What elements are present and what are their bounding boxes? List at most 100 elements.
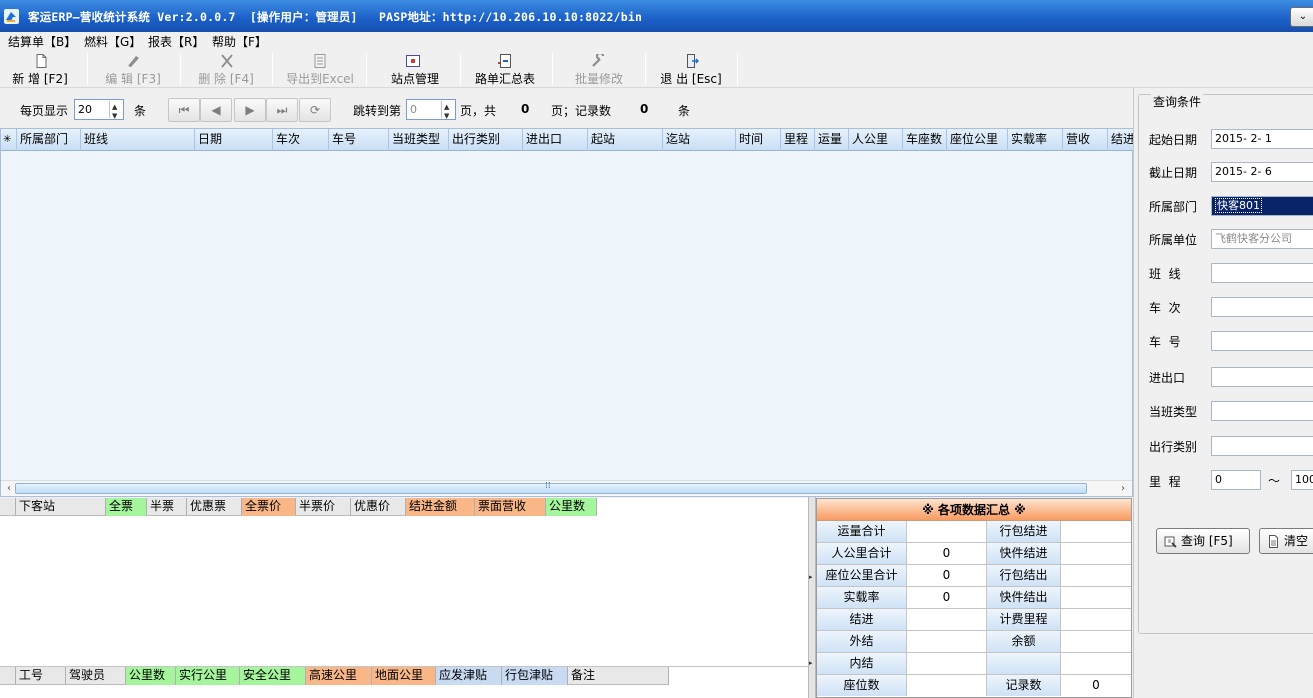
- menu-report[interactable]: 报表【R】: [148, 33, 204, 50]
- prev-page-icon[interactable]: ◀: [200, 98, 232, 122]
- col-half-ticket[interactable]: 半票: [147, 498, 187, 516]
- jump-label: 跳转到第: [353, 104, 402, 118]
- col-mileage[interactable]: 里程: [781, 129, 815, 151]
- col-travel-type[interactable]: 出行类别: [449, 129, 523, 151]
- summary-row: 座位数 记录数 0: [817, 675, 1131, 697]
- unit-field[interactable]: 飞鹤快客分公司: [1211, 229, 1313, 249]
- col-trip[interactable]: 车次: [273, 129, 329, 151]
- menu-help[interactable]: 帮助【F】: [212, 33, 267, 50]
- toolbar: 新 增 [F2] 编 辑 [F3] 删 除 [F4] 导出到Excel 站点管理…: [0, 50, 1313, 88]
- ticket-grid[interactable]: 下客站 全票 半票 优惠票 全票价 半票价 优惠价 结进金额 票面营收 公里数: [0, 498, 808, 666]
- col-drop-station[interactable]: 下客站: [16, 498, 106, 516]
- col-seat-km[interactable]: 座位公里: [947, 129, 1008, 151]
- summary-row: 运量合计 行包结进: [817, 521, 1131, 543]
- col-remark[interactable]: 备注: [568, 667, 669, 685]
- menu-fuel[interactable]: 燃料【G】: [84, 33, 141, 50]
- col-person-km[interactable]: 人公里: [849, 129, 903, 151]
- export-excel-button[interactable]: 导出到Excel: [284, 52, 356, 86]
- new-button[interactable]: 新 增 [F2]: [6, 52, 74, 86]
- col-allowance[interactable]: 应发津贴: [436, 667, 502, 685]
- end-date-field[interactable]: 2015- 2- 6: [1211, 162, 1313, 182]
- col-end-station[interactable]: 迄站: [663, 129, 736, 151]
- col-safe-km[interactable]: 安全公里: [240, 667, 306, 685]
- col-emp-no[interactable]: 工号: [16, 667, 66, 685]
- route-summary-button[interactable]: 路单汇总表: [472, 52, 538, 86]
- col-km[interactable]: 公里数: [546, 498, 597, 516]
- delete-button[interactable]: 删 除 [F4]: [193, 52, 259, 86]
- main-grid-header: ✳ 所属部门 班线 日期 车次 车号 当班类型 出行类别 进出口 起站 迄站 时…: [1, 129, 1134, 151]
- exit-button[interactable]: 退 出 [Esc]: [655, 52, 727, 86]
- main-data-grid[interactable]: ✳ 所属部门 班线 日期 车次 车号 当班类型 出行类别 进出口 起站 迄站 时…: [0, 128, 1134, 497]
- travel-field[interactable]: [1211, 436, 1313, 456]
- col-volume[interactable]: 运量: [815, 129, 849, 151]
- col-shift-type[interactable]: 当班类型: [389, 129, 449, 151]
- splitter-arrow-icon[interactable]: ▸: [809, 573, 813, 581]
- station-window-icon: [406, 55, 420, 67]
- col-baggage-allowance[interactable]: 行包津贴: [502, 667, 568, 685]
- scroll-grip-icon: ⁞⁞: [545, 481, 551, 491]
- col-full-ticket[interactable]: 全票: [106, 498, 147, 516]
- col-revenue[interactable]: 营收: [1063, 129, 1108, 151]
- edit-button[interactable]: 编 辑 [F3]: [100, 52, 166, 86]
- col-actual-km[interactable]: 实行公里: [176, 667, 240, 685]
- refresh-icon[interactable]: ⟳: [299, 98, 331, 122]
- record-unit: 条: [678, 104, 691, 118]
- summary-row: 内结: [817, 653, 1131, 675]
- menu-settlement[interactable]: 结算单【B】: [8, 33, 76, 50]
- window-menu-button[interactable]: ⌄: [1290, 7, 1313, 27]
- scroll-right-icon[interactable]: ›: [1115, 481, 1131, 496]
- col-seats[interactable]: 车座数: [903, 129, 947, 151]
- col-settle-amount[interactable]: 结进金额: [406, 498, 475, 516]
- col-ground-km[interactable]: 地面公里: [372, 667, 436, 685]
- shift-field[interactable]: [1211, 401, 1313, 421]
- panel-splitter[interactable]: ▸ ▸: [808, 497, 816, 698]
- per-page-unit: 条: [134, 104, 147, 118]
- per-page-stepper[interactable]: 20: [74, 98, 124, 126]
- search-button[interactable]: 查询 [F5]: [1156, 528, 1250, 554]
- col-face-revenue[interactable]: 票面营收: [475, 498, 546, 516]
- clear-button[interactable]: 清空: [1259, 528, 1313, 554]
- col-time[interactable]: 时间: [736, 129, 781, 151]
- jump-page-stepper[interactable]: 0: [406, 98, 456, 126]
- station-manage-button[interactable]: 站点管理: [386, 52, 444, 86]
- ticket-grid-header: 下客站 全票 半票 优惠票 全票价 半票价 优惠价 结进金额 票面营收 公里数: [0, 498, 597, 516]
- menu-bar: 结算单【B】 燃料【G】 报表【R】 帮助【F】: [0, 32, 1313, 50]
- summary-title: ※ 各项数据汇总 ※: [817, 499, 1131, 521]
- scroll-thumb[interactable]: [15, 483, 1087, 494]
- col-discount-ticket[interactable]: 优惠票: [187, 498, 242, 516]
- title-bar: 客运ERP—营收统计系统 Ver:2.0.0.7 [操作用户：管理员] PASP…: [0, 0, 1313, 32]
- port-label: 进出口: [1149, 371, 1186, 385]
- port-field[interactable]: [1211, 367, 1313, 387]
- next-page-icon[interactable]: ▶: [234, 98, 266, 122]
- stepper-arrows-icon[interactable]: [441, 98, 454, 126]
- col-start-station[interactable]: 起站: [588, 129, 663, 151]
- first-page-icon[interactable]: ⏮: [168, 98, 200, 122]
- col-plate[interactable]: 车号: [329, 129, 389, 151]
- col-half-price[interactable]: 半票价: [296, 498, 351, 516]
- start-date-field[interactable]: 2015- 2- 1: [1211, 129, 1313, 149]
- col-port[interactable]: 进出口: [523, 129, 588, 151]
- col-load-rate[interactable]: 实载率: [1008, 129, 1063, 151]
- batch-edit-button[interactable]: 批量修改: [570, 52, 628, 86]
- col-dept[interactable]: 所属部门: [17, 129, 81, 151]
- driver-grid[interactable]: 工号 驾驶员 公里数 实行公里 安全公里 高速公里 地面公里 应发津贴 行包津贴…: [0, 666, 808, 698]
- col-driver[interactable]: 驾驶员: [66, 667, 126, 685]
- col-highway-km[interactable]: 高速公里: [306, 667, 372, 685]
- splitter-arrow-icon[interactable]: ▸: [809, 659, 813, 667]
- line-field[interactable]: [1211, 263, 1313, 283]
- col-line[interactable]: 班线: [81, 129, 195, 151]
- mileage-from-field[interactable]: 0: [1211, 470, 1261, 490]
- trip-field[interactable]: [1211, 297, 1313, 317]
- plate-field[interactable]: [1211, 331, 1313, 351]
- last-page-icon[interactable]: ⏭: [266, 98, 298, 122]
- stepper-arrows-icon[interactable]: [109, 98, 122, 126]
- main-grid-hscrollbar[interactable]: ‹ ⁞⁞ ›: [1, 480, 1132, 496]
- mileage-to-field[interactable]: 1000: [1291, 470, 1313, 490]
- col-driver-km[interactable]: 公里数: [126, 667, 176, 685]
- col-date[interactable]: 日期: [195, 129, 273, 151]
- col-full-price[interactable]: 全票价: [242, 498, 296, 516]
- dept-select[interactable]: 快客801: [1211, 196, 1313, 216]
- mileage-separator: ～: [1268, 474, 1281, 488]
- col-settle-in[interactable]: 结进: [1108, 129, 1134, 151]
- col-discount-price[interactable]: 优惠价: [351, 498, 406, 516]
